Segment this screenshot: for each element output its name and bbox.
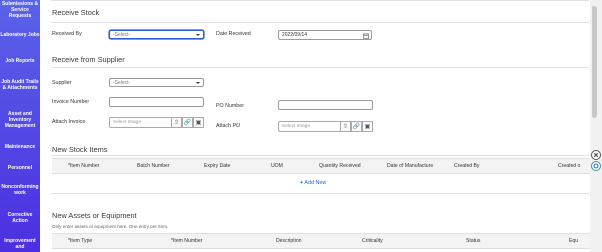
received-by-value: -Select-	[113, 32, 131, 38]
plus-icon: +	[300, 180, 304, 186]
add-new-button[interactable]: + Add New	[300, 180, 326, 186]
attach-invoice-field[interactable]: Select Image ⇧ 🔗 ▣	[109, 117, 204, 129]
column-header[interactable]: Description	[276, 238, 301, 244]
attach-po-field[interactable]: Select Image ⇧ 🔗 ▣	[278, 121, 373, 133]
invoice-number-field[interactable]	[109, 97, 204, 107]
date-received-value: 2022/09/14	[282, 32, 308, 38]
main-content: Receive Stock Received By -Select- Date …	[40, 0, 590, 252]
floating-actions	[590, 150, 602, 172]
divider	[51, 22, 589, 23]
column-header[interactable]: *Item Number	[171, 238, 202, 244]
supplier-value: -Select-	[113, 80, 131, 86]
section-title-new-assets: New Assets or Equipment	[52, 211, 137, 220]
divider	[51, 193, 589, 194]
sidebar-item-laboratory-jobs[interactable]: Laboratory Jobs	[0, 32, 40, 38]
sidebar-item-asset-inventory[interactable]: Asset and Inventory Management	[0, 111, 40, 129]
attach-invoice-label: Attach Invoice	[52, 119, 86, 125]
column-header[interactable]: Status	[466, 238, 480, 244]
upload-icon[interactable]: ⇧	[340, 121, 351, 133]
scrollbar-thumb[interactable]	[592, 6, 597, 118]
camera-icon[interactable]: ▣	[362, 121, 373, 133]
sidebar-item-personnel[interactable]: Personnel	[0, 165, 40, 171]
attach-po-label: Attach PO	[216, 123, 241, 129]
sidebar-item-job-audit-trails[interactable]: Job Audit Trails & Attachments	[0, 79, 40, 91]
camera-icon[interactable]: ▣	[193, 117, 204, 129]
column-header[interactable]: Batch Number	[137, 163, 170, 169]
add-new-label: Add New	[304, 180, 327, 186]
chevron-down-icon	[196, 34, 200, 36]
stock-items-table-header: *Item Number Batch Number Expiry Date UO…	[52, 158, 590, 174]
divider	[51, 67, 589, 68]
supplier-select[interactable]: -Select-	[109, 78, 204, 87]
help-icon[interactable]	[591, 161, 601, 171]
assets-table-header: *Item Type *Item Number Description Crit…	[52, 233, 590, 249]
link-icon[interactable]: 🔗	[182, 117, 193, 129]
section-title-receive-stock: Receive Stock	[52, 8, 100, 17]
date-received-label: Date Received	[216, 31, 251, 37]
divider	[51, 0, 589, 1]
sidebar-item-submissions[interactable]: Submissions & Service Requests	[0, 1, 40, 19]
column-header[interactable]: Equ	[569, 238, 578, 244]
column-header[interactable]: *Item Number	[68, 163, 99, 169]
supplier-label: Supplier	[52, 80, 72, 86]
sidebar-item-job-reports[interactable]: Job Reports	[0, 58, 40, 64]
column-header[interactable]: Created By	[454, 163, 479, 169]
date-received-field[interactable]: 2022/09/14	[278, 30, 372, 40]
column-header[interactable]: Date of Manufacture	[387, 163, 433, 169]
column-header[interactable]: Criticality	[362, 238, 383, 244]
sidebar-item-maintenance[interactable]: Maintenance	[0, 144, 40, 150]
attach-invoice-placeholder: Select Image	[113, 120, 141, 125]
chevron-down-icon	[196, 82, 200, 84]
sidebar: Submissions & Service Requests Laborator…	[0, 0, 40, 252]
received-by-label: Received By	[52, 31, 82, 37]
calendar-icon[interactable]	[363, 32, 369, 39]
sidebar-item-corrective-action[interactable]: Corrective Action	[0, 212, 40, 224]
sidebar-item-improvement[interactable]: Improvement and	[0, 238, 40, 250]
sidebar-item-nonconforming-work[interactable]: Nonconforming work	[0, 184, 40, 196]
column-header[interactable]: UOM	[271, 163, 283, 169]
assets-note: Only enter assets or equipment here. One…	[52, 224, 169, 229]
column-header[interactable]: Expiry Date	[204, 163, 230, 169]
link-icon[interactable]: 🔗	[351, 121, 362, 133]
upload-icon[interactable]: ⇧	[171, 117, 182, 129]
po-number-field[interactable]	[278, 100, 373, 110]
invoice-number-label: Invoice Number	[52, 99, 90, 105]
column-header[interactable]: Quantity Received	[319, 163, 361, 169]
section-title-new-stock-items: New Stock Items	[52, 145, 108, 154]
column-header[interactable]: *Item Type	[68, 238, 92, 244]
section-title-receive-from-supplier: Receive from Supplier	[52, 55, 125, 64]
received-by-select[interactable]: -Select-	[109, 30, 204, 39]
close-icon[interactable]	[591, 150, 601, 160]
divider	[51, 155, 589, 156]
attach-po-placeholder: Select Image	[282, 124, 310, 129]
scrollbar[interactable]	[590, 0, 602, 252]
po-number-label: PO Number	[216, 103, 244, 109]
column-header[interactable]: Created o	[558, 163, 580, 169]
